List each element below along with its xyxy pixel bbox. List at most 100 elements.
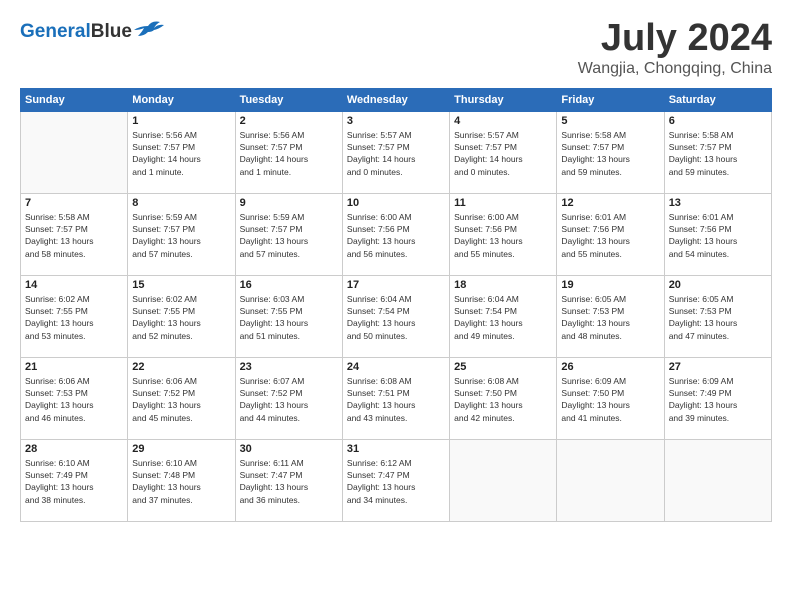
day-number: 2 <box>240 115 338 127</box>
day-number: 9 <box>240 197 338 209</box>
day-info: Sunrise: 6:04 AM Sunset: 7:54 PM Dayligh… <box>347 293 445 342</box>
calendar-cell: 7Sunrise: 5:58 AM Sunset: 7:57 PM Daylig… <box>21 193 128 275</box>
calendar-cell <box>21 111 128 193</box>
calendar-cell: 1 Sunrise: 5:56 AM Sunset: 7:57 PM Daylig… <box>128 111 235 193</box>
calendar-week-5: 28 Sunrise: 6:10 AM Sunset: 7:49 PM Dayli… <box>21 439 772 521</box>
day-number: 17 <box>347 279 445 291</box>
calendar-cell: 30 Sunrise: 6:11 AM Sunset: 7:47 PM Dayli… <box>235 439 342 521</box>
day-number: 30 <box>240 443 338 455</box>
day-info: Sunrise: 5:59 AM Sunset: 7:57 PM Dayligh… <box>132 211 230 260</box>
day-number: 25 <box>454 361 552 373</box>
weekday-friday: Friday <box>557 88 664 111</box>
day-info: Sunrise: 6:00 AM Sunset: 7:56 PM Dayligh… <box>347 211 445 260</box>
calendar-cell: 6Sunrise: 5:58 AM Sunset: 7:57 PM Daylig… <box>664 111 771 193</box>
day-number: 16 <box>240 279 338 291</box>
calendar-cell: 9Sunrise: 5:59 AM Sunset: 7:57 PM Daylig… <box>235 193 342 275</box>
calendar-week-2: 7Sunrise: 5:58 AM Sunset: 7:57 PM Daylig… <box>21 193 772 275</box>
day-info: Sunrise: 6:06 AM Sunset: 7:53 PM Dayligh… <box>25 375 123 424</box>
weekday-saturday: Saturday <box>664 88 771 111</box>
day-number: 3 <box>347 115 445 127</box>
month-title: July 2024 <box>578 18 772 60</box>
day-info: Sunrise: 6:08 AM Sunset: 7:50 PM Dayligh… <box>454 375 552 424</box>
day-info: Sunrise: 6:12 AM Sunset: 7:47 PM Dayligh… <box>347 457 445 506</box>
calendar-cell: 13 Sunrise: 6:01 AM Sunset: 7:56 PM Dayli… <box>664 193 771 275</box>
day-number: 21 <box>25 361 123 373</box>
day-info: Sunrise: 6:09 AM Sunset: 7:49 PM Dayligh… <box>669 375 767 424</box>
weekday-header-row: SundayMondayTuesdayWednesdayThursdayFrid… <box>21 88 772 111</box>
calendar-cell <box>664 439 771 521</box>
calendar-week-4: 21 Sunrise: 6:06 AM Sunset: 7:53 PM Dayli… <box>21 357 772 439</box>
calendar-cell: 18Sunrise: 6:04 AM Sunset: 7:54 PM Dayli… <box>450 275 557 357</box>
calendar-cell: 17 Sunrise: 6:04 AM Sunset: 7:54 PM Dayli… <box>342 275 449 357</box>
day-info: Sunrise: 6:03 AM Sunset: 7:55 PM Dayligh… <box>240 293 338 342</box>
calendar-cell: 20 Sunrise: 6:05 AM Sunset: 7:53 PM Dayli… <box>664 275 771 357</box>
day-info: Sunrise: 6:11 AM Sunset: 7:47 PM Dayligh… <box>240 457 338 506</box>
day-info: Sunrise: 6:02 AM Sunset: 7:55 PM Dayligh… <box>132 293 230 342</box>
logo-text: GeneralBlue <box>20 22 132 41</box>
calendar-table: SundayMondayTuesdayWednesdayThursdayFrid… <box>20 88 772 522</box>
day-number: 12 <box>561 197 659 209</box>
day-number: 31 <box>347 443 445 455</box>
calendar-cell: 24 Sunrise: 6:08 AM Sunset: 7:51 PM Dayli… <box>342 357 449 439</box>
day-info: Sunrise: 6:10 AM Sunset: 7:48 PM Dayligh… <box>132 457 230 506</box>
calendar-cell: 11 Sunrise: 6:00 AM Sunset: 7:56 PM Dayli… <box>450 193 557 275</box>
day-info: Sunrise: 6:05 AM Sunset: 7:53 PM Dayligh… <box>561 293 659 342</box>
title-block: July 2024 Wangjia, Chongqing, China <box>578 18 772 78</box>
day-info: Sunrise: 6:10 AM Sunset: 7:49 PM Dayligh… <box>25 457 123 506</box>
calendar-cell: 23Sunrise: 6:07 AM Sunset: 7:52 PM Dayli… <box>235 357 342 439</box>
calendar-cell: 14 Sunrise: 6:02 AM Sunset: 7:55 PM Dayli… <box>21 275 128 357</box>
day-info: Sunrise: 5:58 AM Sunset: 7:57 PM Dayligh… <box>561 129 659 178</box>
logo: GeneralBlue <box>20 18 164 44</box>
day-info: Sunrise: 6:07 AM Sunset: 7:52 PM Dayligh… <box>240 375 338 424</box>
day-number: 1 <box>132 115 230 127</box>
day-number: 11 <box>454 197 552 209</box>
calendar-cell: 5 Sunrise: 5:58 AM Sunset: 7:57 PM Daylig… <box>557 111 664 193</box>
day-info: Sunrise: 6:01 AM Sunset: 7:56 PM Dayligh… <box>669 211 767 260</box>
day-number: 4 <box>454 115 552 127</box>
day-info: Sunrise: 6:08 AM Sunset: 7:51 PM Dayligh… <box>347 375 445 424</box>
day-info: Sunrise: 6:01 AM Sunset: 7:56 PM Dayligh… <box>561 211 659 260</box>
day-info: Sunrise: 6:05 AM Sunset: 7:53 PM Dayligh… <box>669 293 767 342</box>
calendar-cell: 16 Sunrise: 6:03 AM Sunset: 7:55 PM Dayli… <box>235 275 342 357</box>
calendar-week-3: 14 Sunrise: 6:02 AM Sunset: 7:55 PM Dayli… <box>21 275 772 357</box>
weekday-monday: Monday <box>128 88 235 111</box>
day-info: Sunrise: 5:56 AM Sunset: 7:57 PM Dayligh… <box>240 129 338 178</box>
calendar-cell: 21 Sunrise: 6:06 AM Sunset: 7:53 PM Dayli… <box>21 357 128 439</box>
calendar-cell: 15Sunrise: 6:02 AM Sunset: 7:55 PM Dayli… <box>128 275 235 357</box>
calendar-cell <box>557 439 664 521</box>
calendar-week-1: 1 Sunrise: 5:56 AM Sunset: 7:57 PM Daylig… <box>21 111 772 193</box>
day-info: Sunrise: 6:00 AM Sunset: 7:56 PM Dayligh… <box>454 211 552 260</box>
day-info: Sunrise: 5:58 AM Sunset: 7:57 PM Dayligh… <box>25 211 123 260</box>
day-info: Sunrise: 5:57 AM Sunset: 7:57 PM Dayligh… <box>454 129 552 178</box>
calendar-cell: 25 Sunrise: 6:08 AM Sunset: 7:50 PM Dayli… <box>450 357 557 439</box>
calendar-cell: 2 Sunrise: 5:56 AM Sunset: 7:57 PM Daylig… <box>235 111 342 193</box>
day-number: 14 <box>25 279 123 291</box>
day-number: 26 <box>561 361 659 373</box>
calendar-cell: 8 Sunrise: 5:59 AM Sunset: 7:57 PM Daylig… <box>128 193 235 275</box>
weekday-wednesday: Wednesday <box>342 88 449 111</box>
day-number: 24 <box>347 361 445 373</box>
day-number: 5 <box>561 115 659 127</box>
day-number: 10 <box>347 197 445 209</box>
calendar-cell: 3 Sunrise: 5:57 AM Sunset: 7:57 PM Daylig… <box>342 111 449 193</box>
day-number: 6 <box>669 115 767 127</box>
location: Wangjia, Chongqing, China <box>578 60 772 78</box>
day-number: 13 <box>669 197 767 209</box>
day-info: Sunrise: 6:06 AM Sunset: 7:52 PM Dayligh… <box>132 375 230 424</box>
calendar-cell: 19Sunrise: 6:05 AM Sunset: 7:53 PM Dayli… <box>557 275 664 357</box>
day-number: 29 <box>132 443 230 455</box>
day-info: Sunrise: 6:02 AM Sunset: 7:55 PM Dayligh… <box>25 293 123 342</box>
day-number: 8 <box>132 197 230 209</box>
calendar-cell: 12 Sunrise: 6:01 AM Sunset: 7:56 PM Dayli… <box>557 193 664 275</box>
weekday-thursday: Thursday <box>450 88 557 111</box>
day-number: 20 <box>669 279 767 291</box>
calendar-cell <box>450 439 557 521</box>
day-number: 27 <box>669 361 767 373</box>
logo-bird-icon <box>134 18 164 40</box>
day-number: 28 <box>25 443 123 455</box>
day-info: Sunrise: 5:56 AM Sunset: 7:57 PM Dayligh… <box>132 129 230 178</box>
day-info: Sunrise: 5:57 AM Sunset: 7:57 PM Dayligh… <box>347 129 445 178</box>
weekday-tuesday: Tuesday <box>235 88 342 111</box>
calendar-cell: 10 Sunrise: 6:00 AM Sunset: 7:56 PM Dayli… <box>342 193 449 275</box>
calendar-cell: 28 Sunrise: 6:10 AM Sunset: 7:49 PM Dayli… <box>21 439 128 521</box>
